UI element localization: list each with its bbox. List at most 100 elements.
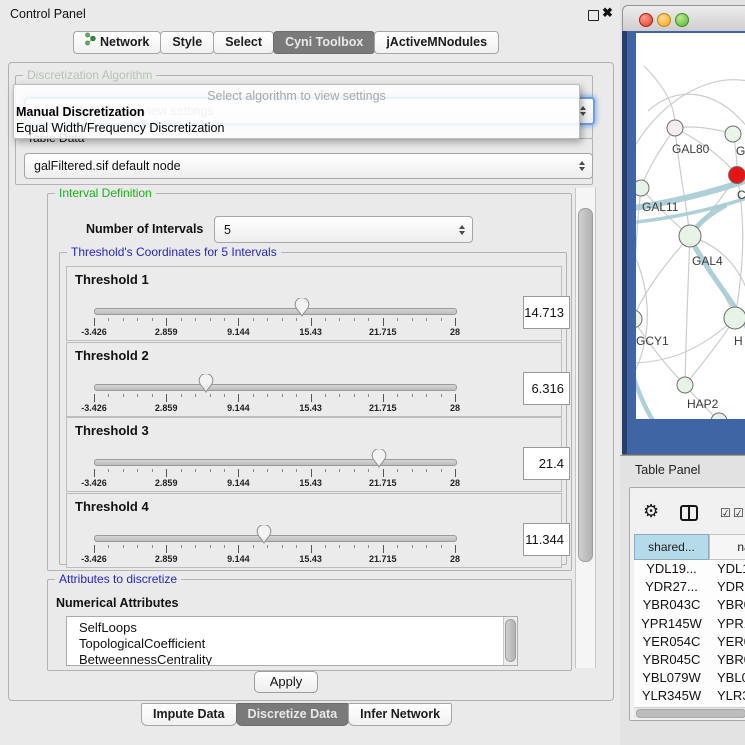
checkbox-icon[interactable]: ☑ (733, 507, 744, 519)
tab-jactivemnodules[interactable]: jActiveMNodules (374, 31, 499, 54)
tab-style[interactable]: Style (160, 31, 214, 54)
column-header-name[interactable]: na (709, 534, 745, 560)
tab-select[interactable]: Select (213, 31, 274, 54)
table-row[interactable]: YBR043CYBR0 (634, 596, 745, 614)
network-node-gal4[interactable] (679, 225, 701, 247)
network-node-g[interactable] (725, 126, 741, 142)
slider-tick (210, 469, 211, 472)
table-panel: ⚙ ☑ ☑ shared... na YDL19...YDL1YDR27...Y… (629, 487, 745, 721)
network-node-gal11[interactable] (636, 180, 649, 196)
list-scrollbar[interactable] (503, 617, 518, 665)
thresholds-group: Threshold's Coordinates for 5 Intervals … (59, 252, 567, 565)
algorithm-menu-item-manual-discretization[interactable]: Manual Discretization (16, 105, 145, 119)
slider-tick (94, 394, 95, 402)
tick-label: 2.859 (155, 554, 178, 564)
cell-name: YDL1 (717, 560, 745, 578)
slider-tick (296, 545, 297, 548)
tick-label: 28 (450, 478, 460, 488)
table-data-group: Table Data galFiltered.sif default node (15, 138, 593, 185)
cell-shared-name: YBL079W (634, 669, 709, 687)
network-edge (636, 236, 690, 319)
network-node-gcy1[interactable] (636, 310, 642, 328)
table-row[interactable]: YBL079WYBL0 (634, 669, 745, 687)
split-view-icon[interactable] (680, 505, 698, 521)
slider-track[interactable] (94, 459, 457, 466)
threshold-value-field[interactable]: 11.344 (523, 523, 570, 556)
slider-tick (311, 545, 312, 553)
list-item-selfloops[interactable]: SelfLoops (67, 620, 517, 636)
table-row[interactable]: YDL19...YDL1 (634, 560, 745, 578)
list-scrollbar-thumb[interactable] (505, 619, 516, 662)
node-label: G (736, 144, 745, 158)
table-row[interactable]: YBR045CYBR0 (634, 651, 745, 669)
tab-infer-network[interactable]: Infer Network (348, 703, 452, 726)
gear-icon[interactable]: ⚙ (643, 502, 659, 520)
tab-network[interactable]: Network (73, 31, 161, 54)
close-icon[interactable]: ✖ (602, 5, 613, 21)
slider-tick (455, 318, 456, 326)
group-title: Threshold's Coordinates for 5 Intervals (67, 245, 281, 259)
number-of-intervals-combo[interactable]: 5 (214, 216, 473, 243)
tab-cyni-toolbox[interactable]: Cyni Toolbox (273, 31, 375, 54)
threshold-value-field[interactable]: 14.713 (523, 296, 570, 329)
table-row[interactable]: YDR27...YDR2 (634, 578, 745, 596)
slider-tick (94, 318, 95, 326)
slider-tick (253, 394, 254, 397)
table-data-combo-value: galFiltered.sif default node (34, 159, 181, 173)
slider-tick (181, 394, 182, 397)
network-node-c[interactable] (729, 167, 745, 184)
network-node-hap2[interactable] (677, 377, 693, 393)
tick-label: 2.859 (155, 478, 178, 488)
tick-label: 15.43 (299, 478, 322, 488)
slider-track[interactable] (94, 384, 457, 391)
network-node-h[interactable] (724, 307, 745, 329)
slider-thumb[interactable] (371, 449, 387, 468)
slider-tick (412, 394, 413, 397)
table-row[interactable]: YER054CYER0 (634, 633, 745, 651)
threshold-panel: Threshold 1-3.4262.8599.14415.4321.71528… (66, 266, 562, 341)
slider-tick (210, 318, 211, 321)
main-scrollbar[interactable] (575, 188, 596, 668)
bottom-tab-bar: Impute DataDiscretize DataInfer Network (142, 703, 452, 726)
slider-tick (282, 545, 283, 548)
table-row[interactable]: YLR345WYLR3 (634, 687, 745, 705)
table-row[interactable]: YPR145WYPR1 (634, 615, 745, 633)
threshold-value-field[interactable]: 21.4 (523, 447, 570, 480)
tab-impute-data[interactable]: Impute Data (141, 703, 237, 726)
tab-discretize-data[interactable]: Discretize Data (236, 703, 350, 726)
cell-shared-name: YPR145W (634, 615, 709, 633)
numerical-attributes-list[interactable]: SelfLoopsTopologicalCoefficientBetweenne… (66, 616, 518, 666)
apply-button[interactable]: Apply (254, 671, 318, 693)
minimize-traffic-light-icon[interactable] (657, 13, 671, 27)
table-data-combo[interactable]: galFiltered.sif default node (24, 153, 593, 179)
slider-tick (383, 394, 384, 402)
tick-label: -3.426 (81, 478, 107, 488)
network-node[interactable] (711, 413, 727, 419)
slider-track[interactable] (94, 308, 457, 315)
zoom-traffic-light-icon[interactable] (675, 13, 689, 27)
table-hscrollbar[interactable] (634, 707, 745, 718)
slider-track[interactable] (94, 535, 457, 542)
main-scrollbar-thumb[interactable] (578, 208, 593, 562)
slider-thumb[interactable] (256, 525, 272, 544)
close-traffic-light-icon[interactable] (639, 13, 653, 27)
algorithm-menu-item-equal-width-frequency-discretization[interactable]: Equal Width/Frequency Discretization (16, 121, 224, 135)
tick-label: 28 (450, 327, 460, 337)
network-node-gal80[interactable] (667, 120, 683, 136)
node-label: GAL4 (692, 254, 723, 268)
table-hscrollbar-thumb[interactable] (636, 709, 745, 718)
list-item-betweennesscentrality[interactable]: BetweennessCentrality (67, 652, 517, 666)
slider-thumb[interactable] (198, 374, 214, 393)
list-item-topologicalcoefficient[interactable]: TopologicalCoefficient (67, 636, 517, 652)
node-label: GAL80 (672, 142, 710, 156)
network-window-titlebar[interactable] (622, 5, 745, 33)
slider-thumb[interactable] (294, 298, 310, 317)
column-header-shared-name[interactable]: shared... (634, 534, 709, 560)
cell-name: YBR0 (717, 651, 745, 669)
float-window-icon[interactable] (588, 10, 599, 21)
threshold-value-field[interactable]: 6.316 (523, 372, 570, 405)
checkbox-icon[interactable]: ☑ (720, 507, 731, 519)
threshold-panel: Threshold 2-3.4262.8599.14415.4321.71528… (66, 342, 562, 417)
network-window-frame: GAL80GCGAL11GAL4GCY1HHAP2 (622, 31, 745, 455)
slider-tick (181, 318, 182, 321)
